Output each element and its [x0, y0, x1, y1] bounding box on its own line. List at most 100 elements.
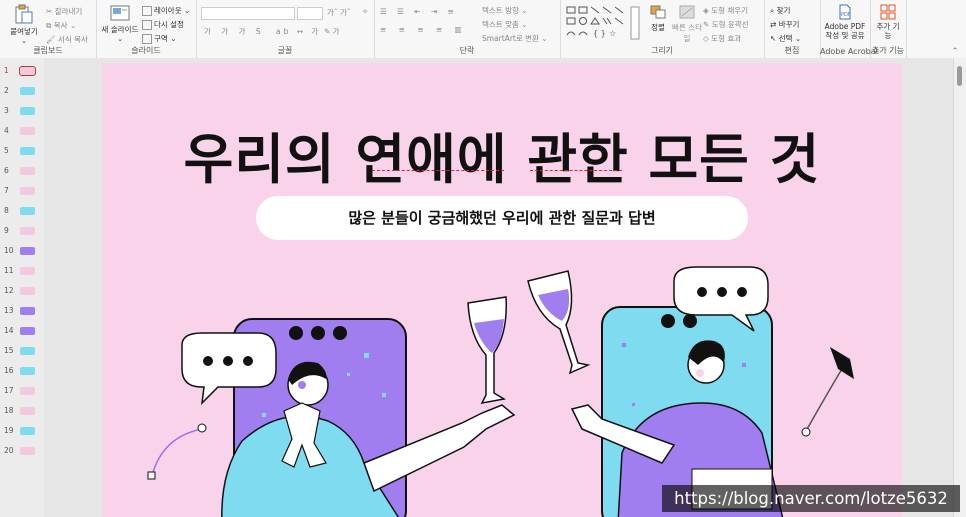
new-slide-icon — [110, 5, 130, 21]
font-name-box[interactable] — [201, 7, 295, 20]
align-icons[interactable]: ≡ ≡ ≡ ≡ ▥ — [380, 25, 467, 34]
addins-group: 추가 기능 추가 기능 — [870, 0, 907, 58]
slide-thumbnail[interactable] — [20, 427, 35, 435]
create-pdf-label: Adobe PDF 작성 및 공유 — [824, 22, 866, 40]
slide-thumbnail[interactable] — [20, 327, 35, 335]
create-pdf-button[interactable]: PDF Adobe PDF 작성 및 공유 — [823, 4, 867, 40]
slide-thumbnail[interactable] — [20, 307, 35, 315]
shape-outline-button[interactable]: ✎ 도형 윤곽선 — [703, 19, 749, 30]
slide-thumbnail[interactable] — [20, 107, 35, 115]
slide-number: 15 — [4, 346, 14, 355]
slide-number: 20 — [4, 446, 14, 455]
reset-button[interactable]: 다시 설정 — [142, 19, 184, 30]
slide-thumbnail[interactable] — [20, 447, 35, 455]
copy-button[interactable]: ⧉ 복사 ⌄ — [46, 20, 76, 31]
addins-label: 추가 기능 — [872, 46, 904, 55]
brush-icon: 🖌 — [46, 35, 56, 44]
paragraph-group: ☰ ☰ ⇤ ⇥ ≡ ≡ ≡ ≡ ≡ ▥ 텍스트 방향 ⌄ 텍스트 맞춤 ⌄ Sm… — [374, 0, 561, 58]
slide-thumbnail[interactable] — [20, 287, 35, 295]
slide-thumbnail[interactable] — [20, 127, 35, 135]
format-painter-label: 서식 복사 — [57, 35, 88, 44]
text-direction-button[interactable]: 텍스트 방향 ⌄ — [482, 5, 528, 16]
ribbon: 붙여넣기 ⌄ ✂ 잘라내기 ⧉ 복사 ⌄ 🖌 서식 복사 클립보드 새 슬라이드… — [0, 0, 966, 59]
slide-subtitle[interactable]: 많은 분들이 궁금해했던 우리에 관한 질문과 답변 — [256, 196, 748, 240]
section-button[interactable]: 구역 ⌄ — [142, 33, 176, 44]
shape-fill-button[interactable]: ◈ 도형 채우기 — [703, 5, 748, 16]
vertical-scrollbar[interactable] — [953, 58, 966, 517]
slide-thumbnail[interactable] — [20, 387, 35, 395]
clear-format-icon[interactable]: ✧ — [362, 7, 368, 16]
paste-icon — [15, 4, 33, 24]
replace-icon: ⇄ — [770, 20, 777, 29]
copy-label: 복사 — [53, 21, 68, 30]
new-slide-button[interactable]: 새 슬라이드 ⌄ — [100, 4, 140, 43]
slide-number: 19 — [4, 426, 14, 435]
pen-icon: ✎ — [703, 20, 710, 29]
copy-icon: ⧉ — [46, 21, 52, 30]
smartart-button[interactable]: SmartArt로 변환 ⌄ — [482, 33, 548, 44]
addins-button[interactable]: 추가 기능 — [874, 4, 902, 40]
slide-thumbnail[interactable] — [20, 407, 35, 415]
slides-panel: 1 2 3 4 5 6 7 8 9 10 11 12 13 14 15 16 1… — [0, 58, 45, 517]
slide-thumbnail[interactable] — [20, 207, 35, 215]
cut-button[interactable]: ✂ 잘라내기 — [46, 6, 82, 17]
slide-number: 10 — [4, 246, 14, 255]
shape-outline-label: 도형 윤곽선 — [711, 20, 749, 29]
font-size-box[interactable] — [297, 7, 323, 20]
align-text-button[interactable]: 텍스트 맞춤 ⌄ — [482, 19, 528, 30]
font-color-icon[interactable]: ✎ 가 — [324, 26, 340, 37]
grow-font-icon[interactable]: 가ˆ 가ˇ — [327, 7, 351, 18]
editing-group: ⌕ 찾기 ⇄ 바꾸기 ↖ 선택 ⌄ 편집 — [764, 0, 821, 58]
replace-label: 바꾸기 — [778, 20, 800, 29]
find-label: 찾기 — [776, 6, 791, 15]
slide-number: 12 — [4, 286, 14, 295]
shapes-gallery-icon[interactable]: { } ☆ — [565, 5, 641, 41]
font-spacing-icons[interactable]: ab ↔ 가 — [276, 26, 321, 37]
slide-thumbnail[interactable] — [20, 147, 35, 155]
slide-thumbnail[interactable] — [20, 267, 35, 275]
find-button[interactable]: ⌕ 찾기 — [770, 5, 790, 16]
reset-label: 다시 설정 — [154, 20, 184, 29]
slide-title[interactable]: 우리의 연애에 관한 모든 것 — [102, 115, 902, 194]
slide-thumbnail[interactable] — [20, 367, 35, 375]
slides-group: 새 슬라이드 ⌄ 레이아웃 ⌄ 다시 설정 구역 ⌄ 슬라이드 — [96, 0, 197, 58]
paste-button[interactable]: 붙여넣기 ⌄ — [6, 4, 42, 45]
slide-thumbnail[interactable] — [20, 187, 35, 195]
layout-icon — [142, 6, 152, 16]
slide-number: 6 — [4, 166, 9, 175]
collapse-ribbon-icon[interactable]: ⌃ — [952, 46, 958, 55]
slide-thumbnail[interactable] — [20, 167, 35, 175]
slide-thumbnail[interactable] — [20, 347, 35, 355]
select-button[interactable]: ↖ 선택 ⌄ — [770, 33, 801, 44]
slide-thumbnail[interactable] — [20, 247, 35, 255]
slide-thumbnail[interactable] — [20, 227, 35, 235]
format-painter-button[interactable]: 🖌 서식 복사 — [46, 34, 88, 45]
replace-button[interactable]: ⇄ 바꾸기 — [770, 19, 799, 30]
new-slide-label: 새 슬라이드 — [101, 25, 139, 34]
scrollbar-thumb[interactable] — [957, 66, 962, 86]
reset-icon — [142, 20, 152, 30]
slide-number: 11 — [4, 266, 14, 275]
effects-icon: ◇ — [703, 34, 709, 43]
layout-button[interactable]: 레이아웃 ⌄ — [142, 5, 190, 16]
shape-effects-button[interactable]: ◇ 도형 효과 — [703, 33, 741, 44]
font-style-icons[interactable]: 가 가 가 S — [204, 26, 265, 37]
quick-styles-button[interactable]: 빠른 스타일 — [672, 4, 702, 44]
addins-button-label: 추가 기능 — [876, 22, 900, 40]
slide-thumbnail[interactable] — [19, 66, 36, 76]
arrange-icon — [650, 5, 666, 19]
arrange-button[interactable]: 정렬 — [644, 4, 672, 33]
list-icons[interactable]: ☰ ☰ ⇤ ⇥ ≡ — [380, 7, 458, 16]
slide-number: 18 — [4, 406, 14, 415]
cut-label: 잘라내기 — [54, 7, 83, 16]
current-slide[interactable]: 우리의 연애에 관한 모든 것 많은 분들이 궁금해했던 우리에 관한 질문과 … — [102, 63, 902, 517]
layout-label: 레이아웃 — [154, 6, 182, 15]
scissors-icon: ✂ — [46, 7, 53, 16]
shape-fill-label: 도형 채우기 — [711, 6, 749, 15]
svg-text:{ }: { } — [593, 29, 606, 38]
section-label: 구역 — [154, 34, 168, 43]
slide-thumbnail[interactable] — [20, 87, 35, 95]
spell-check-underline — [372, 166, 504, 171]
drawing-group: { } ☆ 정렬 빠른 스타일 ◈ 도형 채우기 ✎ 도형 윤곽선 ◇ 도형 효과… — [560, 0, 765, 58]
slide-number: 13 — [4, 306, 14, 315]
